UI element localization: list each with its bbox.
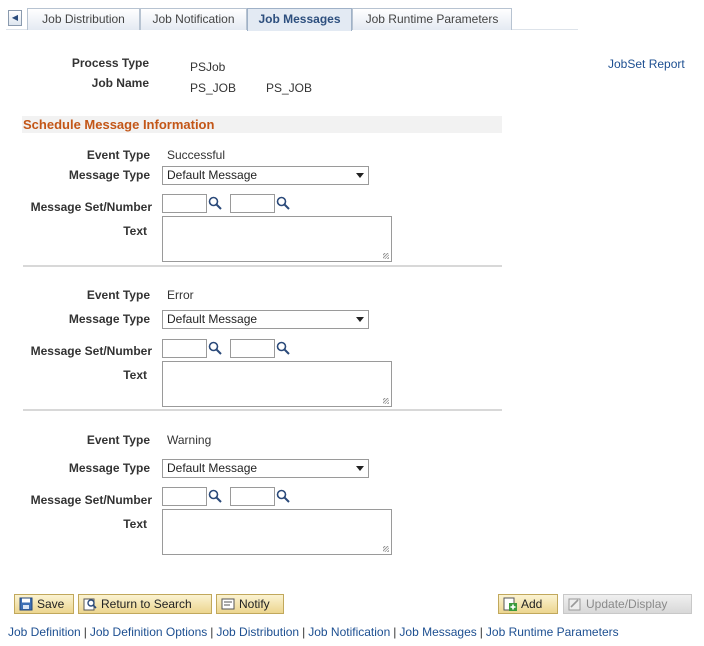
divider [23, 265, 502, 267]
message-set-input[interactable] [162, 339, 207, 358]
save-icon [19, 597, 33, 611]
magnifier-icon[interactable] [208, 341, 222, 355]
footer-separator: | [83, 625, 87, 639]
divider [23, 409, 502, 411]
footer-link-job-definition[interactable]: Job Definition [8, 625, 81, 639]
section-title: Schedule Message Information [22, 116, 502, 133]
magnifier-icon[interactable] [208, 196, 222, 210]
tab-job-distribution[interactable]: Job Distribution [27, 8, 140, 30]
chevron-down-icon [356, 317, 364, 322]
message-type-selected: Default Message [167, 312, 258, 326]
chevron-left-icon[interactable]: ◀ [8, 10, 22, 26]
message-text-area[interactable] [162, 216, 392, 262]
tab-job-notification[interactable]: Job Notification [140, 8, 247, 30]
return-to-search-button[interactable]: Return to Search [78, 594, 212, 614]
footer-separator: | [210, 625, 214, 639]
message-set-input[interactable] [162, 487, 207, 506]
return-to-search-label: Return to Search [101, 597, 192, 611]
event-type-value: Error [167, 288, 194, 302]
tab-job-runtime-parameters[interactable]: Job Runtime Parameters [352, 8, 512, 30]
message-text-area[interactable] [162, 361, 392, 407]
message-text-area[interactable] [162, 509, 392, 555]
notify-icon [221, 598, 235, 610]
magnifier-icon[interactable] [276, 341, 290, 355]
text-label: Text [123, 517, 147, 531]
message-set-number-label: Message Set/Number [30, 200, 152, 214]
add-button[interactable]: Add [498, 594, 558, 614]
job-name-label: Job Name [91, 76, 149, 90]
message-set-input[interactable] [162, 194, 207, 213]
message-set-number-label: Message Set/Number [30, 344, 152, 358]
footer-separator: | [479, 625, 483, 639]
chevron-down-icon [356, 466, 364, 471]
search-return-icon [83, 598, 97, 611]
footer-link-job-notification[interactable]: Job Notification [308, 625, 390, 639]
message-type-selected: Default Message [167, 461, 258, 475]
footer-links: Job Definition | Job Definition Options | Jo… [8, 625, 619, 639]
resize-grip-icon[interactable] [383, 253, 389, 259]
update-display-button[interactable]: Update/Display [563, 594, 692, 614]
resize-grip-icon[interactable] [383, 546, 389, 552]
event-type-label: Event Type [86, 433, 150, 447]
footer-link-job-messages[interactable]: Job Messages [399, 625, 476, 639]
add-label: Add [521, 597, 543, 611]
footer-separator: | [302, 625, 306, 639]
resize-grip-icon[interactable] [383, 398, 389, 404]
message-number-input[interactable] [230, 194, 275, 213]
notify-label: Notify [239, 597, 270, 611]
message-number-input[interactable] [230, 487, 275, 506]
message-type-select[interactable]: Default Message [162, 166, 369, 185]
text-label: Text [123, 224, 147, 238]
message-type-selected: Default Message [167, 168, 258, 182]
message-type-select[interactable]: Default Message [162, 459, 369, 478]
process-type-value: PSJob [190, 60, 226, 74]
event-type-value: Warning [167, 433, 212, 447]
save-label: Save [37, 597, 65, 611]
job-name-value: PS_JOB [190, 81, 237, 95]
message-type-label: Message Type [68, 312, 150, 326]
save-button[interactable]: Save [14, 594, 74, 614]
chevron-down-icon [356, 173, 364, 178]
process-type-label: Process Type [71, 56, 149, 70]
footer-link-job-runtime-parameters[interactable]: Job Runtime Parameters [486, 625, 619, 639]
notify-button[interactable]: Notify [216, 594, 284, 614]
footer-link-job-distribution[interactable]: Job Distribution [216, 625, 299, 639]
text-label: Text [123, 368, 147, 382]
update-display-label: Update/Display [586, 597, 668, 611]
message-type-label: Message Type [68, 168, 150, 182]
magnifier-icon[interactable] [276, 196, 290, 210]
tab-strip: ◀ Job Distribution Job Notification Job … [6, 8, 578, 31]
jobset-report-link[interactable]: JobSet Report [608, 57, 685, 71]
magnifier-icon[interactable] [208, 489, 222, 503]
message-set-number-label: Message Set/Number [30, 493, 152, 507]
add-icon [503, 597, 517, 611]
message-type-select[interactable]: Default Message [162, 310, 369, 329]
event-type-value: Successful [167, 148, 226, 162]
job-name-value-secondary: PS_JOB [266, 81, 313, 95]
message-number-input[interactable] [230, 339, 275, 358]
message-type-label: Message Type [68, 461, 150, 475]
magnifier-icon[interactable] [276, 489, 290, 503]
update-display-icon [568, 598, 581, 611]
tab-job-messages[interactable]: Job Messages [247, 8, 352, 31]
event-type-label: Event Type [86, 288, 150, 302]
event-type-label: Event Type [86, 148, 150, 162]
footer-link-job-definition-options[interactable]: Job Definition Options [90, 625, 207, 639]
